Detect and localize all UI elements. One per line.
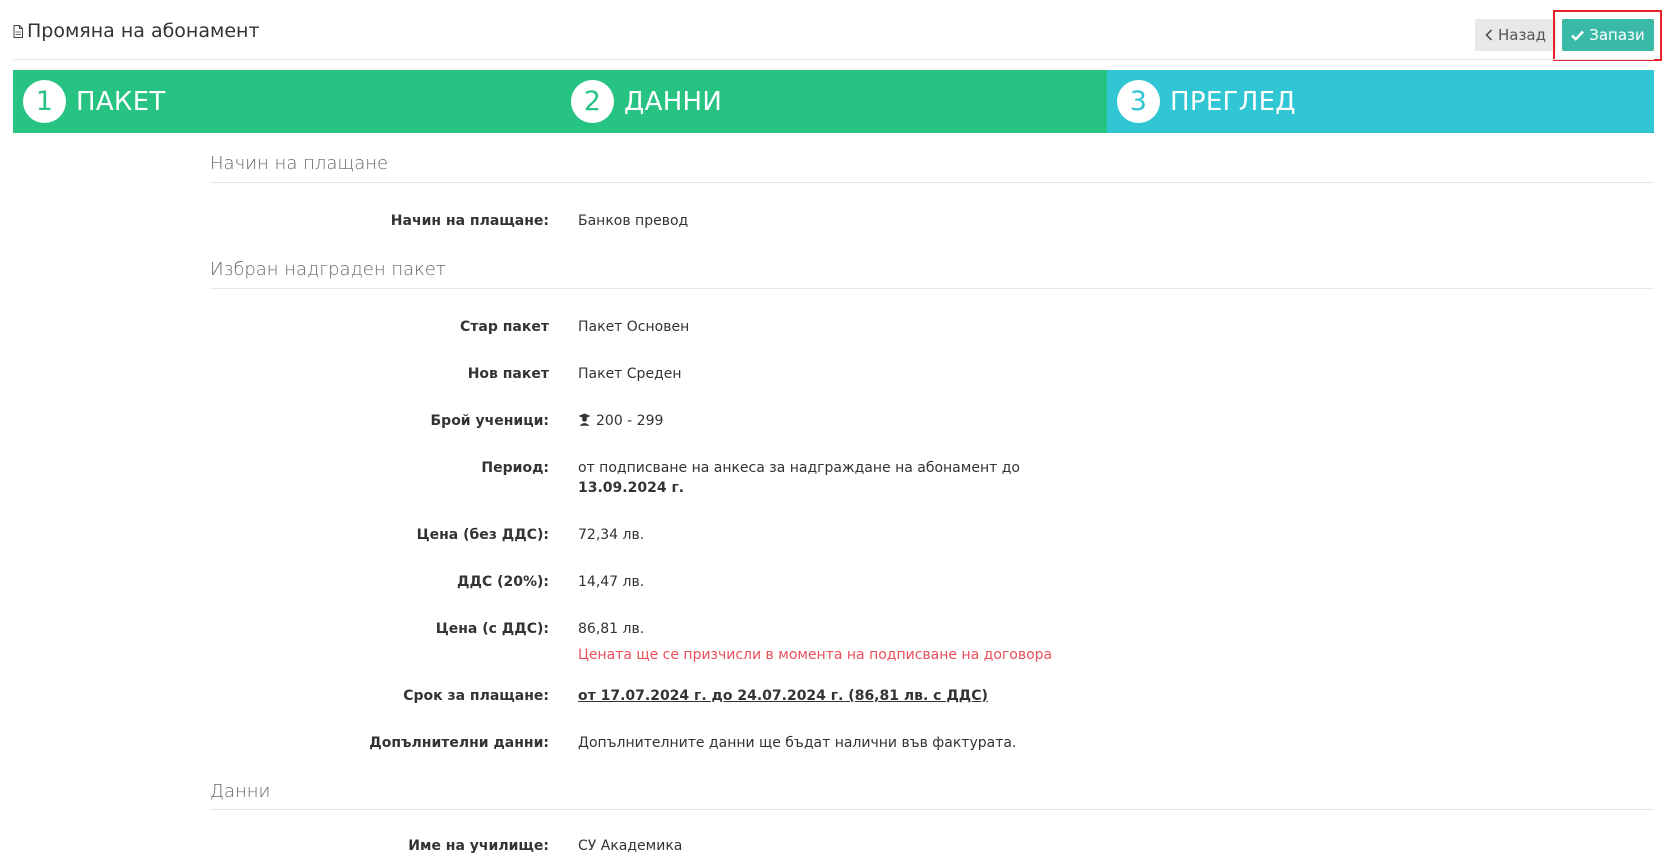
- section-title-data: Данни: [210, 781, 271, 802]
- new-package-label: Нов пакет: [467, 366, 549, 382]
- due-label: Срок за плащане:: [403, 688, 549, 704]
- document-icon: [13, 24, 23, 38]
- period-value: от подписване на анкеса за надграждане н…: [578, 458, 1020, 498]
- step-number: 1: [23, 80, 66, 123]
- header-divider: [13, 59, 1654, 60]
- new-package-value: Пакет Среден: [578, 366, 682, 382]
- period-label: Период:: [481, 460, 549, 476]
- period-date: 13.09.2024 г.: [578, 480, 685, 496]
- extra-data-label: Допълнителни данни:: [369, 735, 549, 751]
- price-gross-value: 86,81 лв. Цената ще се призчисли в момен…: [578, 619, 1052, 665]
- save-button-highlight: [1553, 10, 1662, 61]
- step-label: ДАННИ: [624, 86, 723, 117]
- price-gross-label: Цена (с ДДС):: [435, 621, 549, 637]
- students-label: Брой ученици:: [430, 413, 550, 429]
- payment-method-label: Начин на плащане:: [390, 213, 549, 229]
- step-label: ПРЕГЛЕД: [1170, 86, 1296, 117]
- old-package-label: Стар пакет: [460, 319, 549, 335]
- vat-value: 14,47 лв.: [578, 574, 645, 590]
- price-note: Цената ще се призчисли в момента на подп…: [578, 647, 1053, 663]
- payment-method-value: Банков превод: [578, 213, 689, 229]
- section-divider: [210, 182, 1654, 183]
- step-data[interactable]: 2 ДАННИ: [561, 70, 1107, 133]
- section-title-package: Избран надграден пакет: [210, 259, 446, 280]
- step-label: ПАКЕТ: [76, 86, 166, 117]
- students-value-text: 200 - 299: [596, 413, 664, 429]
- back-button-label: Назад: [1497, 26, 1546, 44]
- period-text: от подписване на анкеса за надграждане н…: [578, 460, 1020, 476]
- step-package[interactable]: 1 ПАКЕТ: [13, 70, 561, 133]
- step-number: 2: [571, 80, 614, 123]
- due-value: от 17.07.2024 г. до 24.07.2024 г. (86,81…: [578, 688, 988, 704]
- step-number: 3: [1117, 80, 1160, 123]
- graduate-icon: [578, 413, 591, 426]
- extra-data-value: Допълнителните данни ще бъдат налични въ…: [578, 735, 1017, 751]
- price-net-label: Цена (без ДДС):: [416, 527, 549, 543]
- step-review[interactable]: 3 ПРЕГЛЕД: [1107, 70, 1654, 133]
- price-gross-text: 86,81 лв.: [578, 621, 645, 637]
- page-title-text: Промяна на абонамент: [27, 20, 260, 42]
- back-button[interactable]: Назад: [1475, 19, 1556, 51]
- students-value: 200 - 299: [578, 411, 663, 431]
- section-title-payment: Начин на плащане: [210, 153, 389, 174]
- old-package-value: Пакет Основен: [578, 319, 690, 335]
- page-header: Промяна на абонамент Назад Запази: [0, 0, 1667, 61]
- wizard-steps: 1 ПАКЕТ 2 ДАННИ 3 ПРЕГЛЕД: [13, 70, 1654, 133]
- price-net-value: 72,34 лв.: [578, 527, 645, 543]
- section-divider: [210, 288, 1654, 289]
- school-name-value: СУ Академика: [578, 838, 683, 854]
- section-divider: [210, 809, 1654, 810]
- chevron-left-icon: [1485, 29, 1493, 41]
- school-name-label: Име на училище:: [408, 838, 549, 854]
- vat-label: ДДС (20%):: [457, 574, 549, 590]
- page-title: Промяна на абонамент: [13, 20, 260, 42]
